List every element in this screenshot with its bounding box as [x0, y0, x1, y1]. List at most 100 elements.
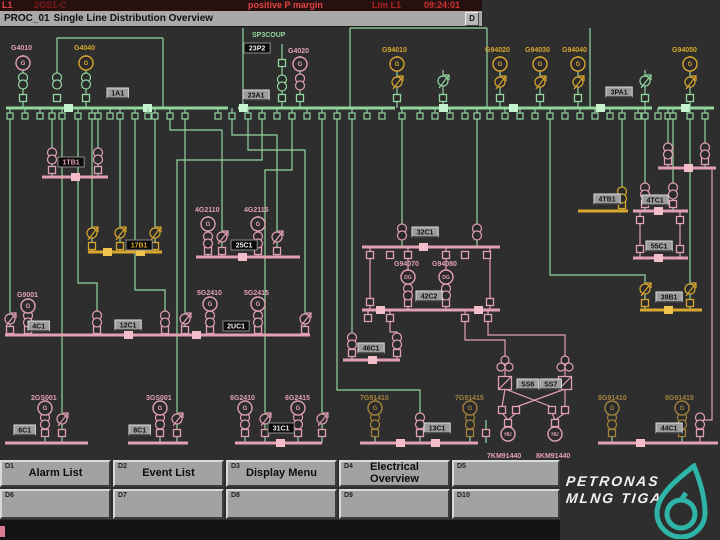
circuit-breaker[interactable]: [685, 93, 695, 103]
circuit-breaker[interactable]: [668, 199, 678, 209]
transformer-icon[interactable]: [51, 79, 63, 90]
bus-section-breaker[interactable]: [71, 173, 80, 181]
feeder-breaker[interactable]: [228, 112, 236, 120]
menu-button-alarm-list[interactable]: D1 Alarm List: [0, 460, 111, 487]
feeder-breaker[interactable]: [288, 112, 296, 120]
feeder-breaker[interactable]: [144, 112, 152, 120]
bus-section-breaker[interactable]: [64, 104, 73, 112]
menu-button-d5[interactable]: D5: [452, 460, 560, 487]
transformer-icon[interactable]: [464, 419, 476, 430]
feeder-breaker[interactable]: [669, 112, 677, 120]
transformer-icon[interactable]: [402, 290, 414, 301]
feeder-breaker[interactable]: [166, 112, 174, 120]
circuit-breaker[interactable]: [87, 241, 97, 251]
circuit-breaker[interactable]: [495, 93, 505, 103]
feeder-breaker[interactable]: [398, 112, 406, 120]
circuit-breaker[interactable]: [635, 244, 645, 254]
circuit-breaker[interactable]: [685, 298, 695, 308]
feeder-breaker[interactable]: [473, 112, 481, 120]
transformer-icon[interactable]: [694, 419, 706, 430]
circuit-breaker[interactable]: [370, 428, 380, 438]
feeder-breaker[interactable]: [88, 112, 96, 120]
transformer-icon[interactable]: [91, 317, 103, 328]
circuit-breaker[interactable]: [675, 244, 685, 254]
three-winding-transformer-icon[interactable]: [564, 362, 574, 372]
transformer-icon[interactable]: [17, 79, 29, 90]
circuit-breaker[interactable]: [415, 428, 425, 438]
circuit-breaker[interactable]: [482, 250, 492, 260]
feeder-breaker[interactable]: [431, 112, 439, 120]
transformer-icon[interactable]: [202, 238, 214, 249]
feeder-breaker[interactable]: [94, 112, 102, 120]
feeder-breaker[interactable]: [546, 112, 554, 120]
feeder-breaker[interactable]: [654, 112, 662, 120]
menu-button-d9[interactable]: D9: [339, 489, 450, 519]
feeder-breaker[interactable]: [461, 112, 469, 120]
circuit-breaker[interactable]: [497, 405, 507, 415]
circuit-breaker[interactable]: [441, 250, 451, 260]
feeder-breaker[interactable]: [416, 112, 424, 120]
feeder-breaker[interactable]: [21, 112, 29, 120]
bus-section-breaker[interactable]: [192, 331, 201, 339]
feeder-breaker[interactable]: [116, 112, 124, 120]
three-winding-transformer-icon[interactable]: [504, 362, 514, 372]
feeder-breaker[interactable]: [36, 112, 44, 120]
transformer-icon[interactable]: [154, 419, 166, 430]
circuit-breaker[interactable]: [5, 325, 15, 335]
feeder-breaker[interactable]: [318, 112, 326, 120]
circuit-breaker[interactable]: [550, 418, 560, 428]
bus-section-breaker[interactable]: [396, 439, 405, 447]
circuit-breaker[interactable]: [18, 93, 28, 103]
circuit-breaker[interactable]: [560, 405, 570, 415]
menu-button-display-menu[interactable]: D3 Display Menu: [226, 460, 337, 487]
menu-button-d8[interactable]: D8: [226, 489, 337, 519]
circuit-breaker[interactable]: [481, 428, 491, 438]
circuit-breaker[interactable]: [460, 313, 470, 323]
bus-section-breaker[interactable]: [103, 248, 112, 256]
circuit-breaker[interactable]: [115, 241, 125, 251]
circuit-breaker[interactable]: [403, 250, 413, 260]
three-winding-transformer-icon[interactable]: [556, 362, 566, 372]
circuit-breaker[interactable]: [317, 428, 327, 438]
feeder-breaker[interactable]: [378, 112, 386, 120]
transformer-icon[interactable]: [239, 419, 251, 430]
feeder-breaker[interactable]: [618, 112, 626, 120]
transformer-icon[interactable]: [80, 79, 92, 90]
feeder-breaker[interactable]: [348, 112, 356, 120]
transformer-icon[interactable]: [396, 230, 408, 241]
bus-section-breaker[interactable]: [439, 104, 448, 112]
circuit-breaker[interactable]: [640, 93, 650, 103]
feeder-breaker[interactable]: [641, 112, 649, 120]
circuit-breaker[interactable]: [52, 93, 62, 103]
circuit-breaker[interactable]: [503, 418, 513, 428]
bus-section-breaker[interactable]: [474, 306, 483, 314]
circuit-breaker[interactable]: [363, 313, 373, 323]
bus-section-breaker[interactable]: [419, 243, 428, 251]
feeder-breaker[interactable]: [561, 112, 569, 120]
feeder-breaker[interactable]: [363, 112, 371, 120]
circuit-breaker[interactable]: [485, 297, 495, 307]
circuit-breaker[interactable]: [465, 428, 475, 438]
title-bar-button[interactable]: D: [465, 12, 479, 26]
feeder-breaker[interactable]: [106, 112, 114, 120]
transformer-icon[interactable]: [699, 149, 711, 160]
circuit-breaker[interactable]: [365, 297, 375, 307]
circuit-breaker[interactable]: [277, 93, 287, 103]
circuit-breaker[interactable]: [365, 250, 375, 260]
circuit-breaker[interactable]: [385, 250, 395, 260]
transformer-icon[interactable]: [294, 80, 306, 91]
circuit-breaker[interactable]: [392, 348, 402, 358]
transformer-icon[interactable]: [92, 154, 104, 165]
circuit-breaker[interactable]: [438, 93, 448, 103]
circuit-breaker[interactable]: [535, 93, 545, 103]
bus-section-breaker[interactable]: [368, 356, 377, 364]
bus-section-breaker[interactable]: [664, 306, 673, 314]
transformer-icon[interactable]: [346, 339, 358, 350]
feeder-breaker[interactable]: [74, 112, 82, 120]
feeder-breaker[interactable]: [303, 112, 311, 120]
circuit-breaker[interactable]: [295, 93, 305, 103]
transformer-icon[interactable]: [276, 81, 288, 92]
circuit-breaker[interactable]: [347, 348, 357, 358]
circuit-breaker[interactable]: [640, 298, 650, 308]
feeder-breaker[interactable]: [516, 112, 524, 120]
